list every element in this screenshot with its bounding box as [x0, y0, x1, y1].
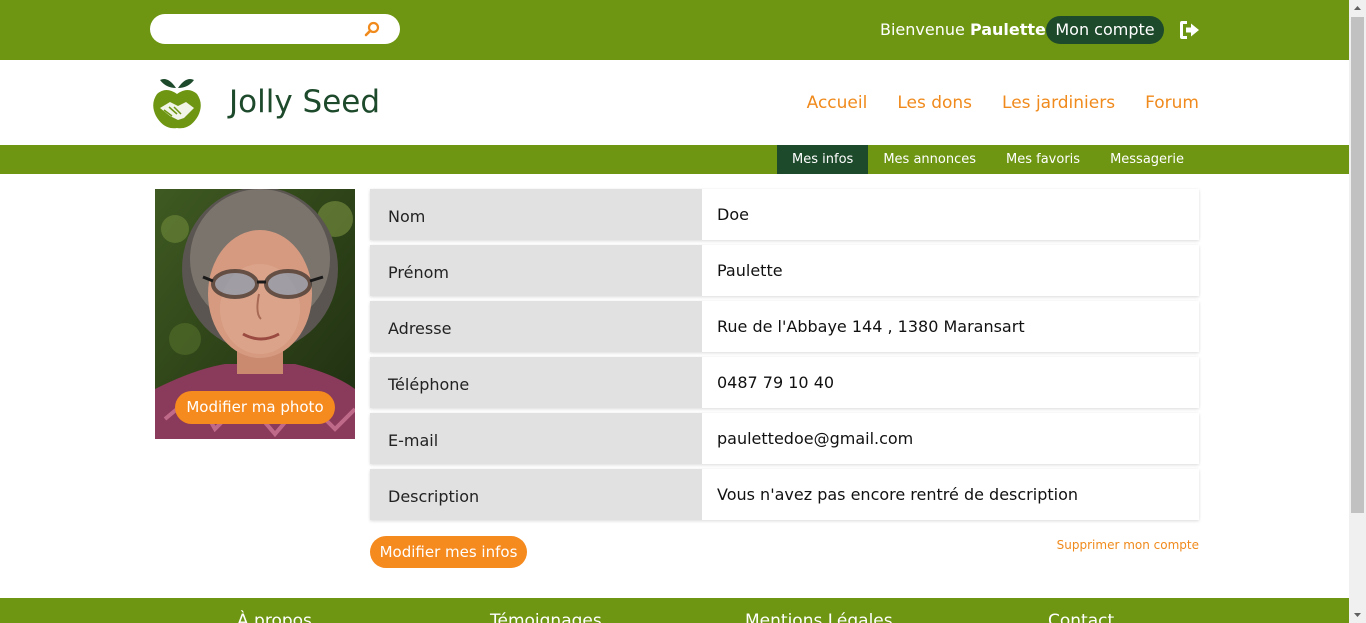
info-row-prenom: Prénom Paulette — [370, 245, 1199, 296]
welcome-username: Paulette — [969, 20, 1046, 39]
info-row-adresse: Adresse Rue de l'Abbaye 144 , 1380 Maran… — [370, 301, 1199, 352]
info-row-description: Description Vous n'avez pas encore rentr… — [370, 469, 1199, 520]
search-bar[interactable] — [150, 14, 400, 44]
nav-accueil[interactable]: Accueil — [807, 93, 868, 113]
footer-temoignages[interactable]: Témoignages — [490, 611, 602, 623]
profile-photo: Modifier ma photo — [155, 189, 355, 439]
profile-info-table: Nom Doe Prénom Paulette Adresse Rue de l… — [370, 189, 1199, 525]
top-bar: Bienvenue Paulette Mon compte — [0, 0, 1349, 60]
apple-handshake-logo[interactable] — [152, 74, 202, 132]
info-label: Adresse — [370, 301, 702, 352]
site-header: Jolly Seed Accueil Les dons Les jardinie… — [0, 60, 1349, 145]
info-row-telephone: Téléphone 0487 79 10 40 — [370, 357, 1199, 408]
edit-info-button[interactable]: Modifier mes infos — [370, 536, 527, 568]
scrollbar-thumb[interactable] — [1351, 17, 1364, 513]
info-value: Doe — [702, 189, 1199, 240]
tab-mes-annonces[interactable]: Mes annonces — [868, 145, 991, 174]
info-label: Prénom — [370, 245, 702, 296]
nav-les-dons[interactable]: Les dons — [897, 93, 972, 113]
scroll-down-arrow-icon[interactable] — [1349, 606, 1366, 623]
info-label: Téléphone — [370, 357, 702, 408]
nav-forum[interactable]: Forum — [1145, 93, 1199, 113]
info-label: Description — [370, 469, 702, 520]
info-value: paulettedoe@gmail.com — [702, 413, 1199, 464]
welcome-prefix: Bienvenue — [880, 20, 965, 39]
search-icon[interactable] — [364, 21, 380, 37]
tab-messagerie[interactable]: Messagerie — [1095, 145, 1199, 174]
delete-account-link[interactable]: Supprimer mon compte — [1057, 538, 1199, 552]
info-row-email: E-mail paulettedoe@gmail.com — [370, 413, 1199, 464]
tab-mes-favoris[interactable]: Mes favoris — [991, 145, 1095, 174]
scroll-up-arrow-icon[interactable] — [1349, 0, 1366, 17]
info-value: 0487 79 10 40 — [702, 357, 1199, 408]
nav-les-jardiniers[interactable]: Les jardiniers — [1002, 93, 1115, 113]
info-value: Vous n'avez pas encore rentré de descrip… — [702, 469, 1199, 520]
info-label: E-mail — [370, 413, 702, 464]
info-value: Rue de l'Abbaye 144 , 1380 Maransart — [702, 301, 1199, 352]
account-subnav: Mes infos Mes annonces Mes favoris Messa… — [0, 145, 1349, 174]
my-account-button[interactable]: Mon compte — [1046, 16, 1164, 44]
tab-mes-infos[interactable]: Mes infos — [777, 145, 869, 174]
site-footer: À propos Témoignages Mentions Légales Co… — [0, 598, 1349, 623]
logout-icon[interactable] — [1178, 20, 1200, 40]
welcome-message: Bienvenue Paulette — [880, 20, 1046, 39]
edit-photo-button[interactable]: Modifier ma photo — [175, 391, 335, 424]
brand-name[interactable]: Jolly Seed — [229, 84, 380, 120]
page-scrollbar[interactable] — [1349, 0, 1366, 623]
footer-contact[interactable]: Contact — [1048, 611, 1114, 623]
info-row-nom: Nom Doe — [370, 189, 1199, 240]
main-nav: Accueil Les dons Les jardiniers Forum — [807, 93, 1199, 113]
footer-mentions-legales[interactable]: Mentions Légales — [745, 611, 893, 623]
footer-a-propos[interactable]: À propos — [237, 611, 312, 623]
info-value: Paulette — [702, 245, 1199, 296]
search-input[interactable] — [164, 19, 354, 39]
info-label: Nom — [370, 189, 702, 240]
